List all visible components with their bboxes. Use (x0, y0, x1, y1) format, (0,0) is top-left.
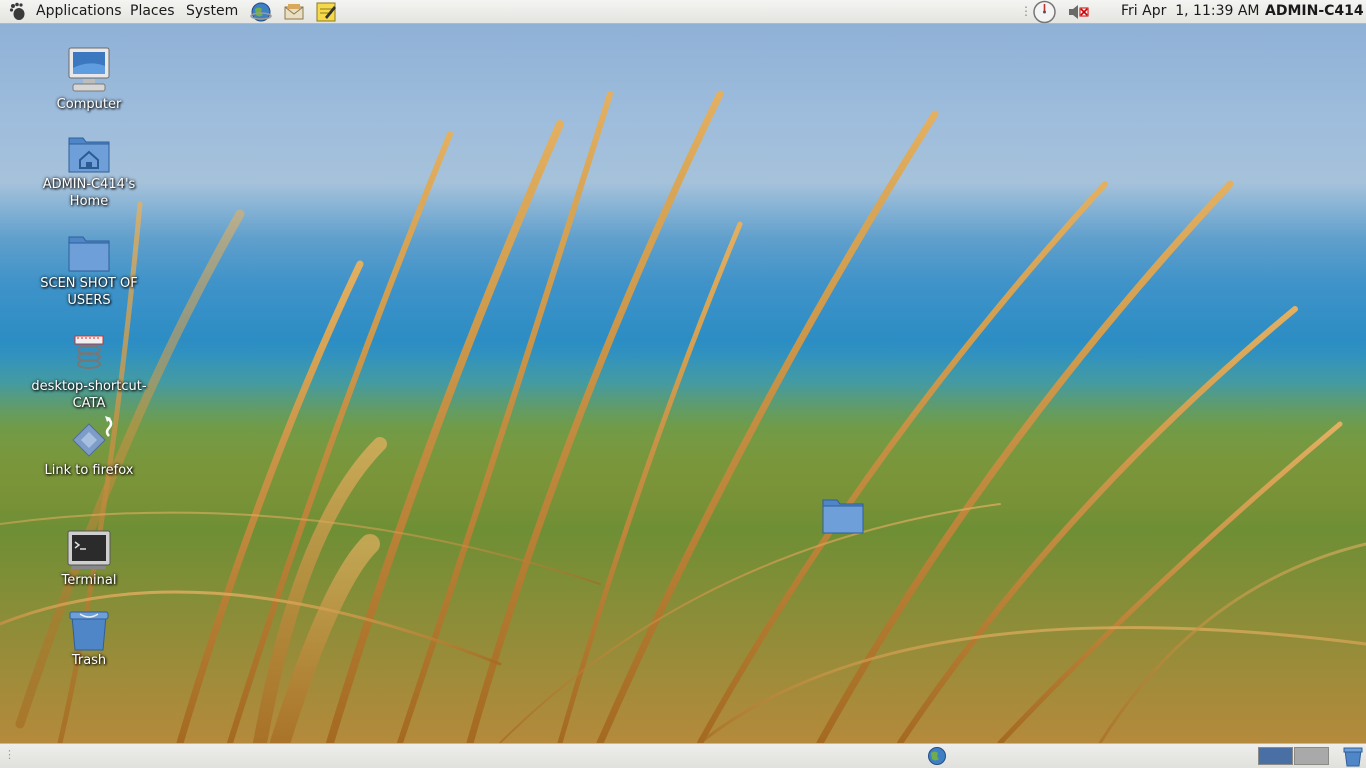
bottom-panel: ⋮ (0, 743, 1366, 768)
launcher-spring-icon (74, 335, 104, 369)
places-menu[interactable]: Places (130, 3, 175, 19)
user-switcher[interactable]: ADMIN-C414 (1265, 3, 1364, 19)
system-menu[interactable]: System (186, 3, 238, 19)
untitled-folder-desktop-icon[interactable] (820, 496, 866, 540)
home-folder-desktop-icon[interactable]: ADMIN-C414's Home (29, 132, 149, 210)
trash-label: Trash (71, 653, 107, 668)
gnome-foot-icon[interactable] (8, 2, 28, 26)
scen-shot-folder-label: SCEN SHOT OF USERS (40, 276, 138, 308)
shortcut-cata-desktop-icon[interactable]: desktop-shortcut-CATA (29, 334, 149, 412)
panel-handle: ⋮ (4, 748, 15, 761)
grass-wallpaper (0, 90, 1366, 743)
terminal-icon (67, 530, 111, 569)
terminal-label: Terminal (61, 573, 117, 588)
workspace-1[interactable] (1258, 747, 1293, 765)
folder-icon (822, 499, 864, 534)
scen-shot-folder-desktop-icon[interactable]: SCEN SHOT OF USERS (29, 231, 149, 309)
volume-muted-icon[interactable] (1067, 2, 1091, 26)
shortcut-cata-label: desktop-shortcut-CATA (31, 379, 147, 411)
broken-link-icon (72, 416, 113, 457)
computer-label: Computer (56, 97, 122, 112)
trash-desktop-icon[interactable]: Trash (29, 608, 149, 669)
network-globe-icon[interactable] (927, 746, 947, 770)
trash-applet-icon[interactable] (1342, 746, 1364, 771)
applications-menu[interactable]: Applications (36, 3, 122, 19)
firefox-link-label: Link to firefox (44, 463, 134, 478)
home-folder-label: ADMIN-C414's Home (42, 177, 136, 209)
trash-icon (69, 611, 109, 651)
firefox-link-desktop-icon[interactable]: Link to firefox (29, 414, 149, 479)
top-panel: Applications Places System ⋮ Fri Apr 1, … (0, 0, 1366, 24)
clock[interactable]: Fri Apr 1, 11:39 AM (1121, 3, 1260, 19)
computer-icon (68, 47, 110, 92)
computer-desktop-icon[interactable]: Computer (29, 46, 149, 113)
home-folder-icon (68, 137, 110, 173)
workspace-2[interactable] (1294, 747, 1329, 765)
folder-icon (68, 236, 110, 272)
terminal-desktop-icon[interactable]: Terminal (29, 528, 149, 589)
desktop-background: Computer ADMIN-C414's Home SCEN SHOT OF … (0, 24, 1366, 743)
